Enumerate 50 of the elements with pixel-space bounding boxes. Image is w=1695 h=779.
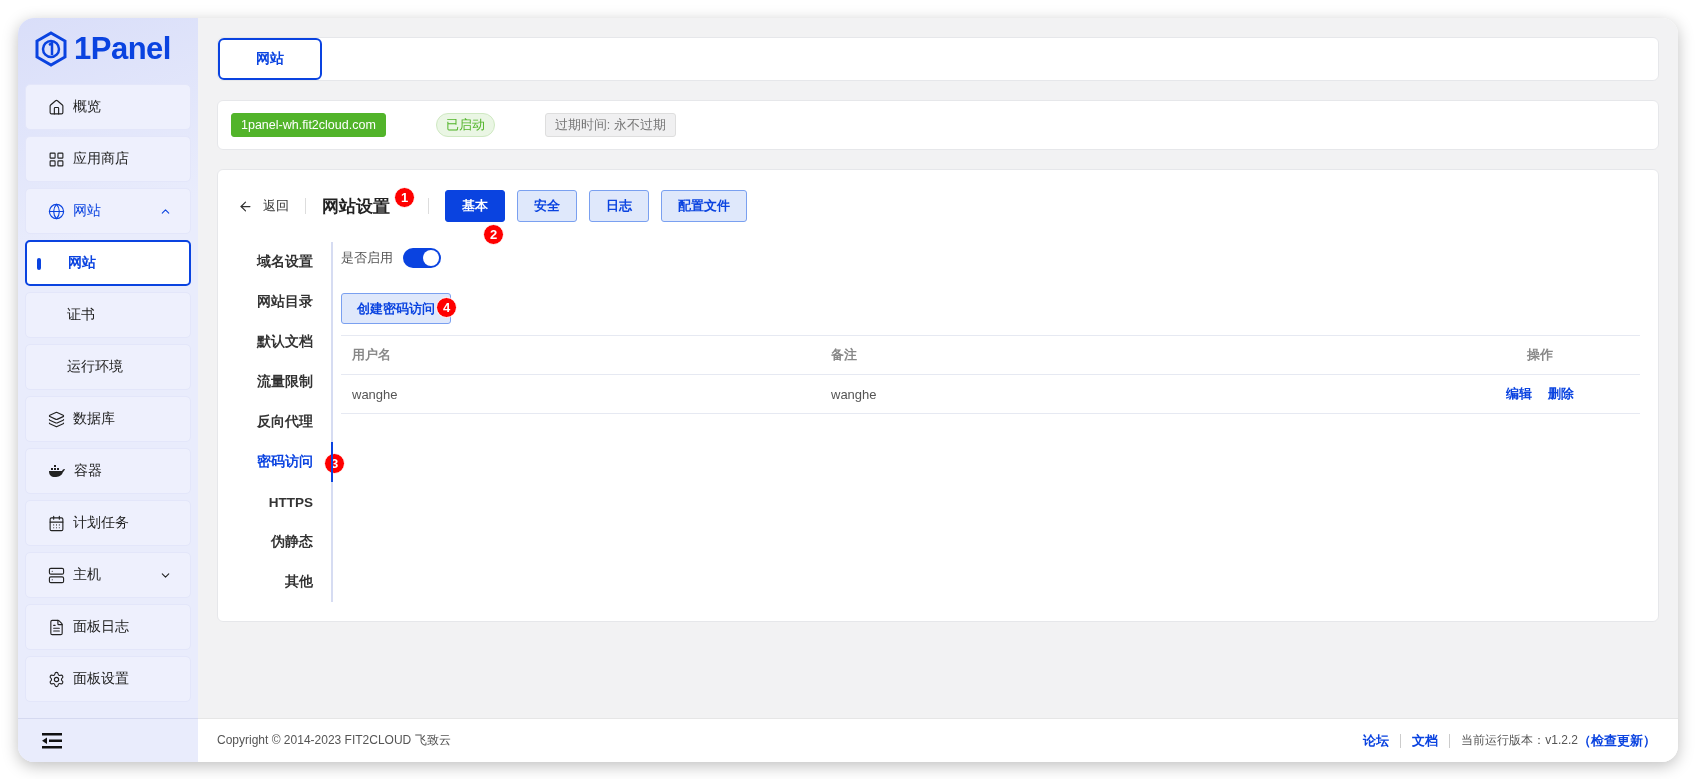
sidebar-item[interactable]: 应用商店 (25, 136, 191, 182)
sidebar-subitem[interactable]: 网站 (25, 240, 191, 286)
table-cell-text: wanghe (830, 386, 878, 402)
enable-switch[interactable] (403, 248, 441, 268)
version-text: 当前运行版本：v1.2.2 (1461, 732, 1578, 749)
logo-icon (34, 31, 68, 67)
whale-icon (48, 464, 66, 478)
sidebar-subitem[interactable]: 证书 (25, 292, 191, 338)
copyright-text: Copyright © 2014-2023 FIT2CLOUD 飞致云 (217, 732, 452, 749)
sidebar-item[interactable]: 容器 (25, 448, 191, 494)
grid-icon (48, 150, 65, 168)
home-icon (48, 98, 65, 116)
footer-link[interactable]: 文档 (1412, 731, 1439, 750)
calendar-icon (48, 514, 65, 532)
action-link[interactable]: 编辑 (1506, 385, 1532, 403)
layers-icon (48, 410, 65, 428)
server-icon (48, 566, 65, 584)
domain-tag: 1panel-wh.fit2cloud.com (231, 113, 386, 137)
sidebar-item[interactable]: 计划任务 (25, 500, 191, 546)
enable-label: 是否启用 (341, 249, 393, 267)
sidebar-subitem[interactable]: 运行环境 (25, 344, 191, 390)
sidebar-item[interactable]: 概览 (25, 84, 191, 130)
action-link[interactable]: 删除 (1548, 385, 1574, 403)
settings-icon (48, 670, 65, 688)
status-tag: 已启动 (435, 113, 495, 137)
page-title: 网站设置 (322, 195, 390, 218)
column-header: 备注 (830, 346, 858, 364)
settings-tab[interactable]: 基本 (445, 190, 505, 222)
collapse-menu-icon[interactable] (42, 732, 62, 749)
expiry-tag: 过期时间: 永不过期 (544, 113, 676, 137)
settings-tab[interactable]: 安全 (517, 190, 577, 222)
back-link[interactable]: 返回 (263, 197, 289, 215)
check-update-link[interactable]: （检查更新） (1578, 731, 1656, 750)
column-header: 用户名 (351, 346, 392, 364)
footer-link[interactable]: 论坛 (1363, 731, 1390, 750)
sidebar-item[interactable]: 主机 (25, 552, 191, 598)
number-badge: 1 (394, 186, 415, 208)
tab[interactable]: 网站 (218, 38, 322, 80)
column-header: 操作 (1526, 346, 1554, 364)
sidebar-item[interactable]: 面板日志 (25, 604, 191, 650)
globe-icon (48, 202, 65, 220)
sidebar-item[interactable]: 数据库 (25, 396, 191, 442)
sidebar-item[interactable]: 面板设置 (25, 656, 191, 702)
settings-tab[interactable]: 配置文件 (661, 190, 747, 222)
table-cell-text: wanghe (351, 386, 399, 402)
logo-text: 1Panel (74, 31, 171, 67)
settings-tab[interactable]: 日志 (589, 190, 649, 222)
sidebar-item[interactable]: 网站 (25, 188, 191, 234)
list-icon (48, 618, 65, 636)
number-badge: 2 (483, 224, 504, 245)
